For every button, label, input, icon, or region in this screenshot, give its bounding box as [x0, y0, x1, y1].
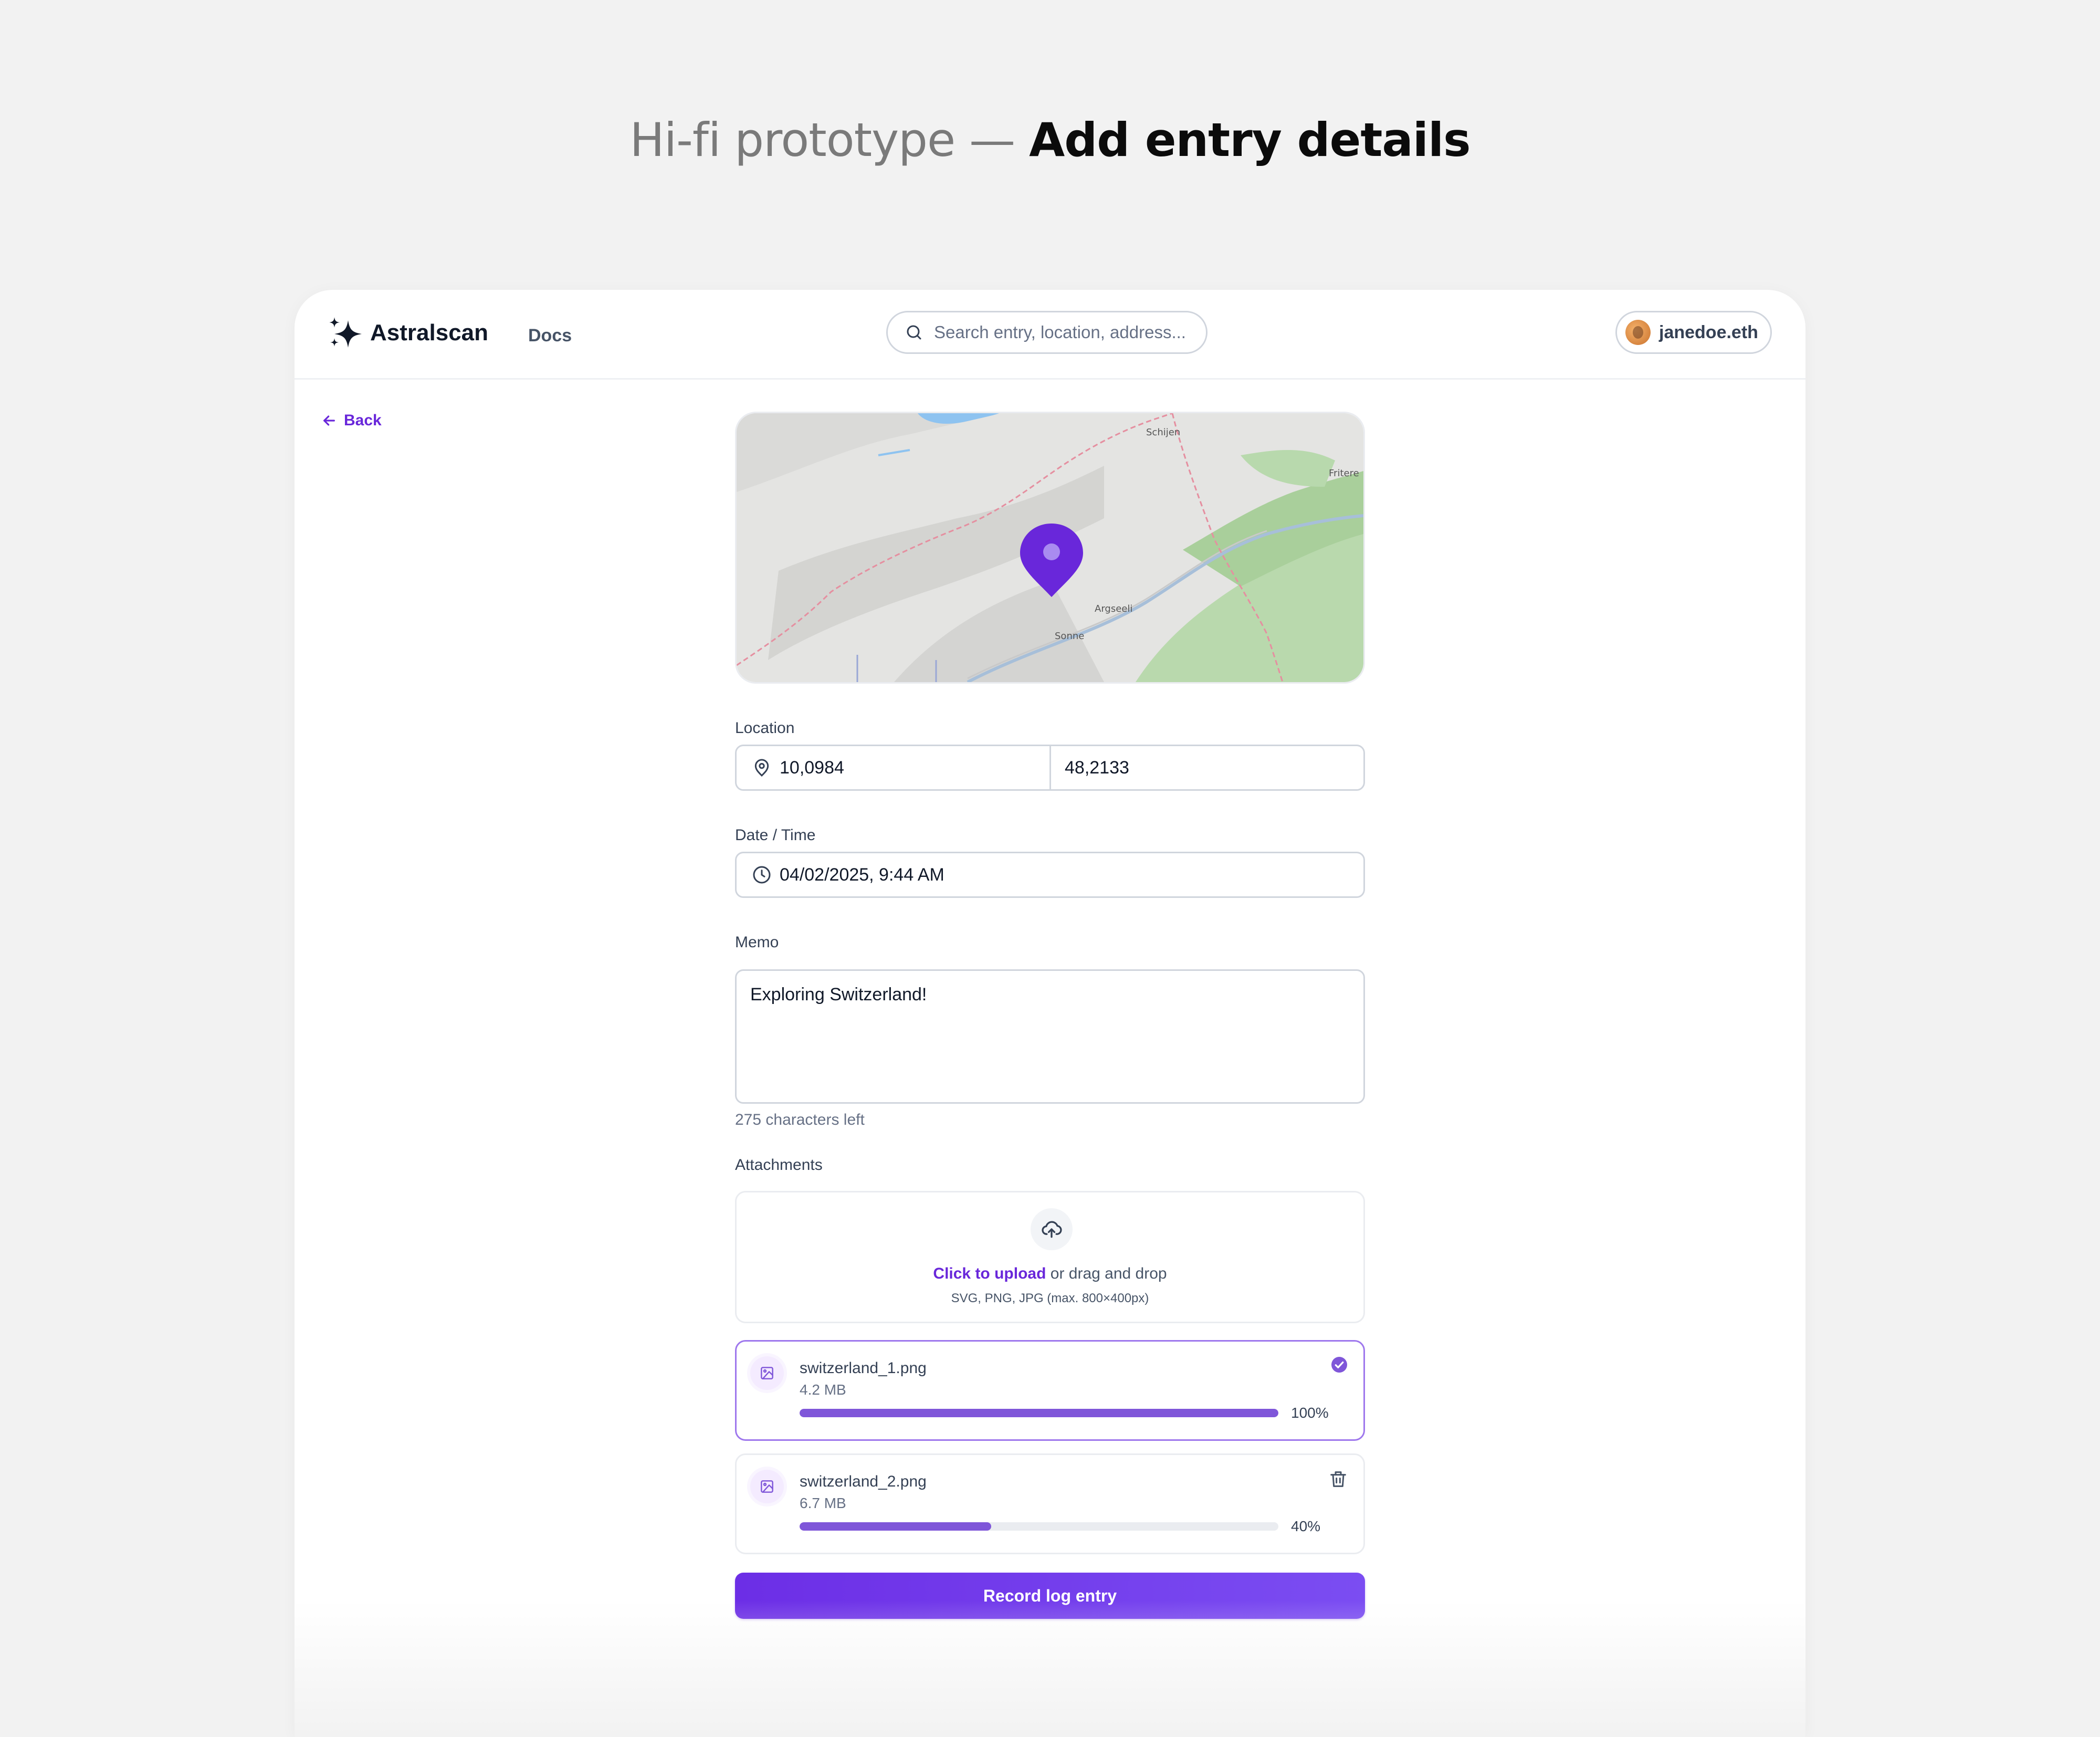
- map-label: Schijen: [1146, 427, 1180, 438]
- back-label: Back: [344, 412, 382, 429]
- check-circle-icon: [1331, 1357, 1347, 1373]
- memo-label: Memo: [735, 934, 779, 951]
- latitude-field[interactable]: 10,0984: [735, 745, 1051, 791]
- upload-progress-bar: [800, 1409, 1278, 1417]
- upload-formats: SVG, PNG, JPG (max. 800×400px): [951, 1291, 1149, 1305]
- latitude-value: 10,0984: [780, 757, 844, 778]
- map-canvas: Schijen Fritere Argseeli Sonne: [737, 413, 1363, 682]
- app-window: Astralscan Docs janedoe.eth Back: [295, 290, 1805, 1737]
- file-dropzone[interactable]: Click to upload or drag and drop SVG, PN…: [735, 1191, 1365, 1323]
- map-label: Argseeli: [1095, 603, 1132, 614]
- upload-instructions: Click to upload or drag and drop: [737, 1265, 1363, 1283]
- map-pin-icon: [754, 759, 769, 777]
- memo-value: Exploring Switzerland!: [750, 985, 927, 1004]
- search-icon: [907, 325, 921, 340]
- user-name: janedoe.eth: [1659, 322, 1758, 342]
- sparkles-icon: [329, 317, 362, 348]
- attachment-item: switzerland_2.png 6.7 MB 40%: [735, 1453, 1365, 1554]
- upload-progress-label: 100%: [1291, 1405, 1329, 1421]
- bottom-fade: [295, 1600, 1805, 1737]
- map-label: Sonne: [1055, 631, 1084, 642]
- upload-progress-fill: [800, 1522, 991, 1531]
- docs-link[interactable]: Docs: [528, 326, 572, 346]
- map-label: Fritere: [1329, 468, 1359, 479]
- attachment-name: switzerland_1.png: [800, 1359, 927, 1377]
- headline-title: Add entry details: [1029, 113, 1471, 167]
- longitude-field[interactable]: 48,2133: [1049, 745, 1365, 791]
- brand-logo[interactable]: Astralscan: [327, 316, 488, 350]
- datetime-field[interactable]: 04/02/2025, 9:44 AM: [735, 852, 1365, 898]
- attachment-size: 6.7 MB: [800, 1495, 846, 1511]
- datetime-label: Date / Time: [735, 826, 816, 844]
- memo-textarea[interactable]: Exploring Switzerland!: [735, 969, 1365, 1104]
- headline-prefix: Hi-fi prototype —: [629, 113, 1016, 167]
- upload-progress-label: 40%: [1291, 1518, 1321, 1534]
- location-label: Location: [735, 719, 795, 737]
- attachment-item: switzerland_1.png 4.2 MB 100%: [735, 1340, 1365, 1441]
- clock-icon: [753, 866, 771, 884]
- arrow-left-icon: [323, 415, 335, 426]
- user-menu[interactable]: janedoe.eth: [1615, 311, 1772, 354]
- upload-progress-bar: [800, 1522, 1278, 1531]
- upload-instructions-rest: or drag and drop: [1046, 1265, 1167, 1282]
- datetime-value: 04/02/2025, 9:44 AM: [780, 864, 944, 885]
- brand-name: Astralscan: [370, 320, 489, 346]
- avatar: [1625, 320, 1651, 345]
- top-navigation-bar: Astralscan Docs janedoe.eth: [295, 290, 1805, 380]
- image-file-icon: [750, 1356, 784, 1390]
- trash-icon[interactable]: [1328, 1469, 1349, 1490]
- search-input[interactable]: [933, 322, 1198, 343]
- location-map[interactable]: Schijen Fritere Argseeli Sonne: [735, 412, 1365, 684]
- memo-characters-left: 275 characters left: [735, 1111, 865, 1128]
- attachment-name: switzerland_2.png: [800, 1473, 927, 1490]
- upload-cloud-icon: [1031, 1208, 1073, 1250]
- image-file-icon: [750, 1470, 784, 1503]
- attachment-size: 4.2 MB: [800, 1382, 846, 1398]
- search-bar[interactable]: [886, 311, 1208, 354]
- page-headline: Hi-fi prototype — Add entry details: [0, 113, 2100, 167]
- attachments-label: Attachments: [735, 1156, 823, 1174]
- back-link[interactable]: Back: [321, 412, 382, 430]
- upload-progress-fill: [800, 1409, 1278, 1417]
- longitude-value: 48,2133: [1065, 757, 1129, 778]
- click-to-upload-link[interactable]: Click to upload: [933, 1265, 1046, 1282]
